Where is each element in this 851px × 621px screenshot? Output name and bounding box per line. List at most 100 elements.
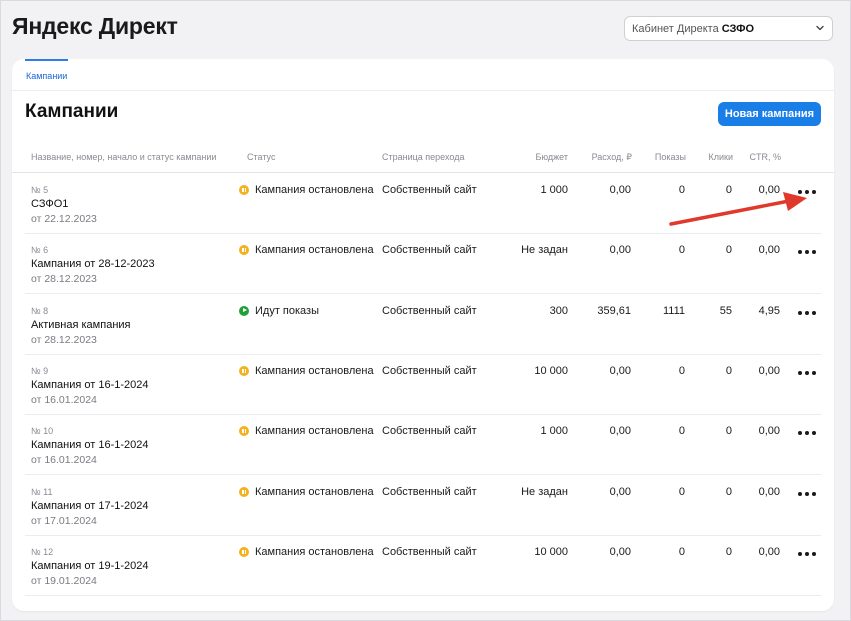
campaign-info: № 10 Кампания от 16-1-2024 от 16.01.2024 bbox=[31, 426, 149, 466]
landing-page: Собственный сайт bbox=[382, 545, 477, 558]
table-row[interactable]: № 6 Кампания от 28-12-2023 от 28.12.2023 Ка… bbox=[12, 233, 834, 295]
pause-icon bbox=[239, 365, 249, 376]
table-row[interactable]: № 8 Активная кампания от 28.12.2023 Идут по… bbox=[12, 294, 834, 355]
ctr-value: 4,95 bbox=[758, 304, 780, 317]
budget-value[interactable]: 10 000 bbox=[498, 546, 568, 558]
table-row[interactable]: № 12 Кампания от 19-1-2024 от 19.01.2024 Ка… bbox=[12, 535, 834, 596]
campaign-status: Кампания остановлена bbox=[239, 425, 374, 437]
top-bar: Яндекс Директ Кабинет Директа СЗФО bbox=[1, 1, 851, 57]
spend-value: 0,00 bbox=[609, 425, 631, 438]
ctr-value: 0,00 bbox=[758, 485, 780, 498]
status-text: Кампания остановлена bbox=[255, 545, 374, 558]
impressions-value: 0 bbox=[678, 244, 685, 257]
table-header: Название, номер, начало и статус кампани… bbox=[12, 147, 834, 173]
status-text: Кампания остановлена bbox=[255, 485, 374, 498]
campaign-name-link[interactable]: СЗФО1 bbox=[31, 198, 97, 210]
pause-icon bbox=[239, 486, 249, 497]
tab-bar: Кампании bbox=[12, 59, 834, 91]
ctr-value: 0,00 bbox=[758, 425, 780, 438]
app-logo[interactable]: Яндекс Директ bbox=[12, 13, 178, 40]
page-title: Кампании bbox=[25, 101, 119, 122]
cabinet-selector[interactable]: Кабинет Директа СЗФО bbox=[624, 16, 833, 41]
play-icon bbox=[239, 305, 249, 316]
landing-page: Собственный сайт bbox=[382, 244, 477, 257]
campaign-start-date: от 17.01.2024 bbox=[31, 514, 97, 527]
more-dots-icon[interactable] bbox=[798, 489, 816, 499]
spend-value: 0,00 bbox=[609, 244, 631, 257]
campaign-info: № 8 Активная кампания от 28.12.2023 bbox=[31, 306, 131, 346]
impressions-value: 0 bbox=[678, 425, 685, 438]
budget-value[interactable]: Не задан bbox=[498, 244, 568, 256]
budget-value[interactable]: Не задан bbox=[498, 486, 568, 498]
campaign-status: Кампания остановлена bbox=[239, 365, 374, 377]
table-row[interactable]: № 10 Кампания от 16-1-2024 от 16.01.2024 Ка… bbox=[12, 414, 834, 476]
more-dots-icon[interactable] bbox=[798, 549, 816, 559]
clicks-value: 0 bbox=[725, 364, 732, 377]
budget-value[interactable]: 1 000 bbox=[498, 184, 568, 196]
table-row[interactable]: № 11 Кампания от 17-1-2024 от 17.01.2024 Ка… bbox=[12, 475, 834, 536]
col-header-name[interactable]: Название, номер, начало и статус кампани… bbox=[31, 152, 216, 162]
clicks-value: 0 bbox=[725, 184, 732, 196]
campaign-info: № 5 СЗФО1 от 22.12.2023 bbox=[31, 185, 97, 225]
campaign-name-link[interactable]: Кампания от 16-1-2024 bbox=[31, 379, 149, 391]
campaign-status: Кампания остановлена bbox=[239, 184, 374, 196]
col-header-budget[interactable]: Бюджет bbox=[508, 152, 568, 162]
impressions-value: 0 bbox=[678, 364, 685, 377]
row-divider bbox=[25, 594, 821, 596]
tab-campaigns[interactable]: Кампании bbox=[25, 59, 69, 91]
table-row[interactable]: № 9 Кампания от 16-1-2024 от 16.01.2024 Кам… bbox=[12, 354, 834, 415]
cabinet-name: СЗФО bbox=[721, 22, 755, 35]
pause-icon bbox=[239, 426, 249, 437]
col-header-clicks[interactable]: Клики bbox=[692, 152, 734, 162]
col-header-ctr[interactable]: CTR, % bbox=[737, 152, 782, 162]
cabinet-prefix: Кабинет Директа bbox=[632, 22, 719, 35]
campaign-status: Идут показы bbox=[239, 305, 319, 317]
table-row[interactable]: № 5 СЗФО1 от 22.12.2023 Кампания остановлен… bbox=[12, 173, 834, 234]
campaign-name-link[interactable]: Кампания от 28-12-2023 bbox=[31, 258, 155, 270]
spend-value: 359,61 bbox=[597, 304, 631, 317]
campaign-info: № 9 Кампания от 16-1-2024 от 16.01.2024 bbox=[31, 366, 149, 406]
campaign-number: № 10 bbox=[31, 426, 54, 437]
more-dots-icon[interactable] bbox=[798, 187, 816, 197]
clicks-value: 0 bbox=[725, 425, 732, 438]
new-campaign-button[interactable]: Новая кампания bbox=[718, 102, 821, 126]
campaign-name-link[interactable]: Активная кампания bbox=[31, 319, 131, 331]
more-dots-icon[interactable] bbox=[798, 308, 816, 318]
spend-value: 0,00 bbox=[609, 485, 631, 498]
col-header-impressions[interactable]: Показы bbox=[636, 152, 686, 162]
col-header-spend[interactable]: Расход, ₽ bbox=[572, 152, 632, 163]
campaign-name-link[interactable]: Кампания от 16-1-2024 bbox=[31, 439, 149, 451]
spend-value: 0,00 bbox=[609, 184, 631, 196]
ctr-value: 0,00 bbox=[758, 244, 780, 257]
campaign-name-link[interactable]: Кампания от 19-1-2024 bbox=[31, 560, 149, 572]
budget-value[interactable]: 1 000 bbox=[498, 425, 568, 437]
status-text: Кампания остановлена bbox=[255, 425, 374, 438]
campaign-start-date: от 16.01.2024 bbox=[31, 454, 97, 467]
campaign-number: № 5 bbox=[31, 185, 49, 195]
campaign-status: Кампания остановлена bbox=[239, 546, 374, 558]
more-dots-icon[interactable] bbox=[798, 428, 816, 438]
budget-value[interactable]: 10 000 bbox=[498, 365, 568, 377]
ctr-value: 0,00 bbox=[758, 364, 780, 377]
campaign-number: № 9 bbox=[31, 365, 49, 376]
impressions-value: 0 bbox=[678, 485, 685, 498]
landing-page: Собственный сайт bbox=[382, 425, 477, 438]
clicks-value: 0 bbox=[725, 485, 732, 498]
campaign-info: № 6 Кампания от 28-12-2023 от 28.12.2023 bbox=[31, 245, 155, 285]
more-dots-icon[interactable] bbox=[798, 247, 816, 257]
campaign-start-date: от 28.12.2023 bbox=[31, 333, 97, 346]
chevron-down-icon bbox=[816, 25, 824, 31]
campaign-number: № 8 bbox=[31, 305, 49, 316]
pause-icon bbox=[239, 245, 249, 256]
clicks-value: 0 bbox=[725, 545, 732, 558]
ctr-value: 0,00 bbox=[758, 545, 780, 558]
budget-value[interactable]: 300 bbox=[498, 305, 568, 317]
landing-page: Собственный сайт bbox=[382, 184, 477, 196]
campaign-status: Кампания остановлена bbox=[239, 244, 374, 256]
col-header-page[interactable]: Страница перехода bbox=[382, 152, 464, 162]
more-dots-icon[interactable] bbox=[798, 368, 816, 378]
pause-icon bbox=[239, 185, 249, 195]
campaign-name-link[interactable]: Кампания от 17-1-2024 bbox=[31, 500, 149, 512]
col-header-status[interactable]: Статус bbox=[247, 152, 275, 162]
campaign-number: № 11 bbox=[31, 486, 53, 497]
